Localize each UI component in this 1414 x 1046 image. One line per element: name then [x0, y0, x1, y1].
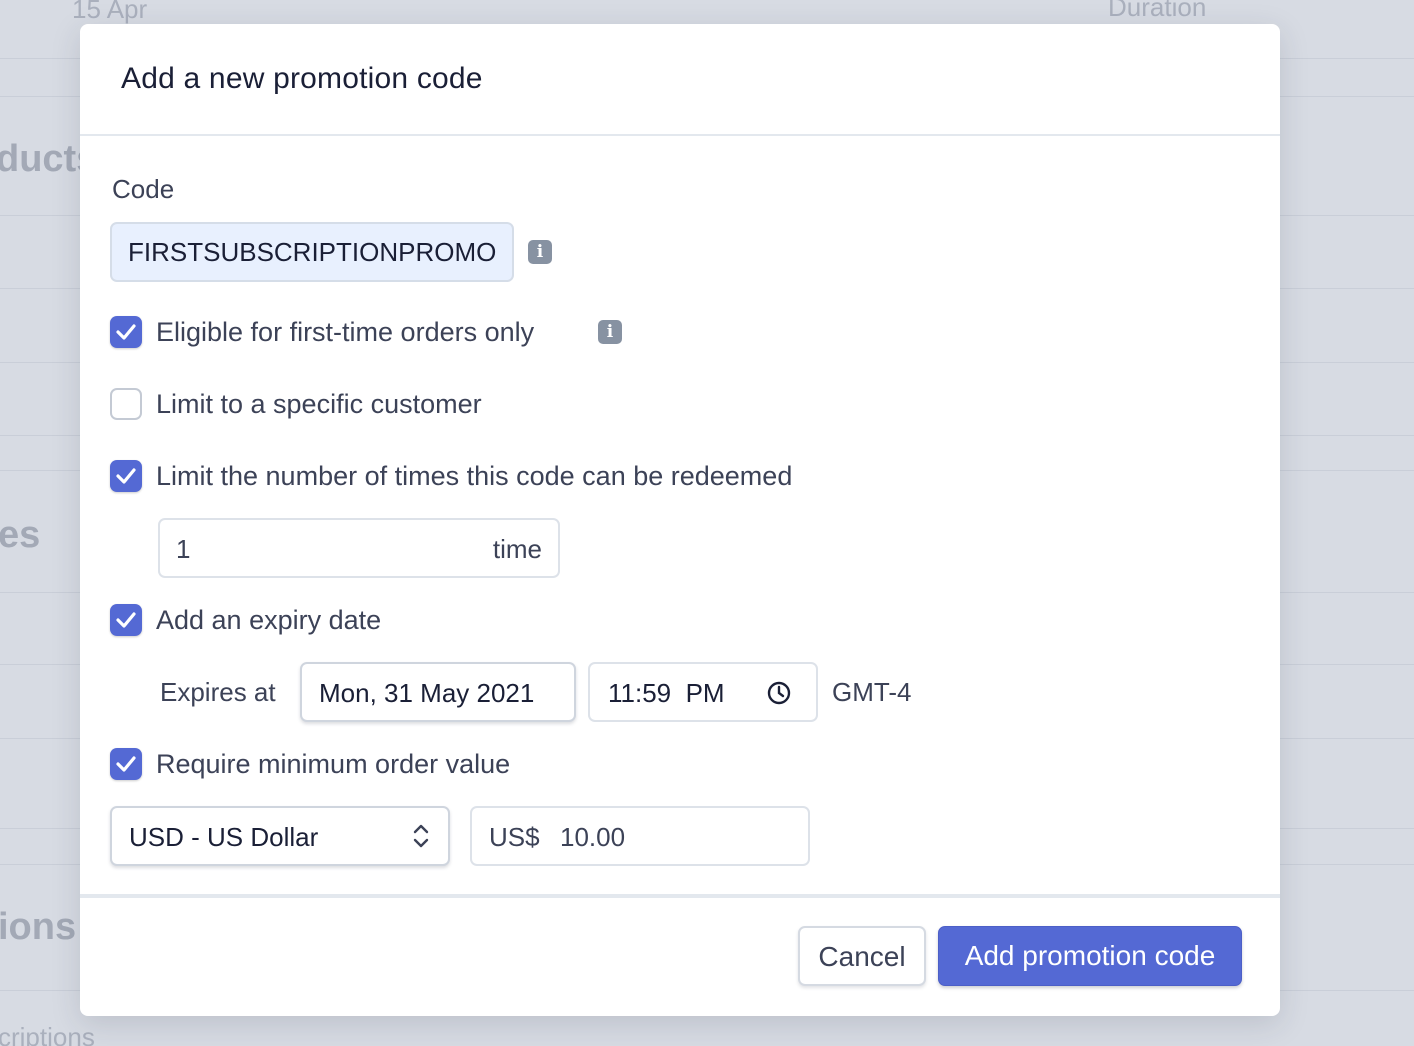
first-time-label: Eligible for first-time orders only [156, 317, 535, 347]
limit-redemptions-checkbox[interactable] [110, 460, 142, 492]
limit-redemptions-label: Limit the number of times this code can … [156, 461, 793, 491]
expiry-time-value: 11:59 PM [608, 678, 725, 708]
bg-section-subheading: criptions [0, 1022, 95, 1046]
modal-header: Add a new promotion code [80, 24, 1280, 136]
checkmark-icon [116, 756, 136, 772]
code-label: Code [112, 174, 175, 204]
expiry-label: Add an expiry date [156, 605, 382, 635]
minimum-order-checkbox[interactable] [110, 748, 142, 780]
code-input[interactable]: FIRSTSUBSCRIPTIONPROMO [110, 222, 514, 282]
info-icon[interactable]: i [528, 240, 552, 264]
clock-icon[interactable] [766, 680, 792, 706]
promotion-code-modal: Add a new promotion code Code FIRSTSUBSC… [80, 24, 1280, 1016]
checkmark-icon [116, 612, 136, 628]
info-icon[interactable]: i [598, 320, 622, 344]
minimum-order-label: Require minimum order value [156, 749, 511, 779]
amount-prefix: US$ [489, 822, 540, 852]
checkmark-icon [116, 468, 136, 484]
cancel-button[interactable]: Cancel [798, 926, 926, 986]
add-promotion-code-button[interactable]: Add promotion code [938, 926, 1242, 986]
expiry-date-value: Mon, 31 May 2021 [319, 678, 535, 708]
footer-divider [80, 894, 1280, 898]
bg-section-heading: es [0, 514, 41, 556]
chevron-up-down-icon [413, 824, 429, 848]
modal-title: Add a new promotion code [121, 62, 483, 95]
redemption-unit-label: time [492, 534, 542, 564]
bg-section-heading: ions [0, 906, 77, 948]
currency-select-value: USD - US Dollar [129, 822, 319, 852]
timezone-label: GMT-4 [832, 677, 912, 707]
currency-select[interactable]: USD - US Dollar [110, 806, 450, 866]
first-time-checkbox[interactable] [110, 316, 142, 348]
expiry-checkbox[interactable] [110, 604, 142, 636]
expires-at-label: Expires at [160, 677, 276, 707]
redemption-count-value: 1 [176, 534, 191, 564]
checkmark-icon [116, 324, 136, 340]
specific-customer-checkbox[interactable] [110, 388, 142, 420]
expiry-date-picker[interactable]: Mon, 31 May 2021 [300, 662, 576, 722]
bg-column-label: Duration [1108, 0, 1207, 22]
specific-customer-label: Limit to a specific customer [156, 389, 482, 419]
minimum-amount-input[interactable]: US$ 10.00 [470, 806, 810, 866]
redemption-count-input[interactable]: 1 time [158, 518, 560, 578]
expiry-time-input[interactable]: 11:59 PM [588, 662, 818, 722]
amount-value: 10.00 [560, 822, 626, 852]
bg-date-label: 15 Apr [72, 0, 148, 24]
